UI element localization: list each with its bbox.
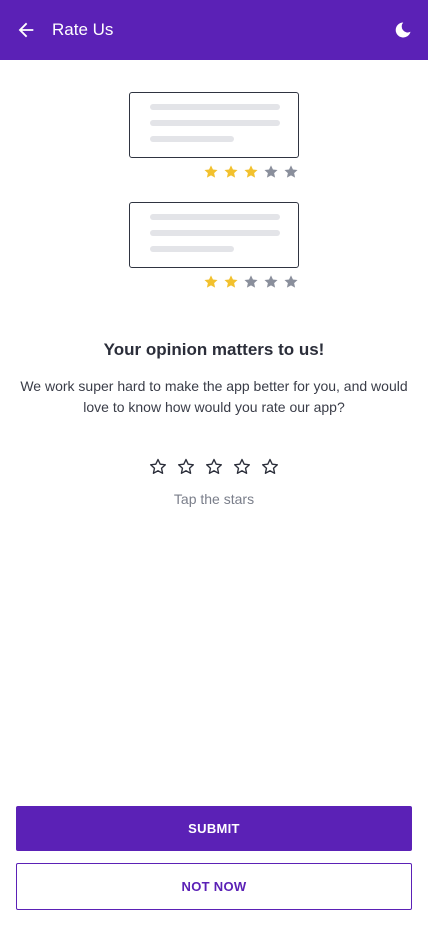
moon-icon	[395, 22, 411, 38]
rating-hint: Tap the stars	[173, 491, 255, 507]
placeholder-line	[150, 120, 280, 126]
star-empty-icon	[244, 275, 258, 288]
star-filled-icon	[204, 165, 218, 178]
star-filled-icon	[224, 275, 238, 288]
placeholder-line	[150, 246, 234, 252]
back-button[interactable]	[14, 18, 38, 42]
star-filled-icon	[204, 275, 218, 288]
rating-description: We work super hard to make the app bette…	[20, 378, 408, 415]
star-rating-input	[0, 458, 428, 476]
review-card	[129, 202, 299, 268]
page-title: Rate Us	[52, 20, 114, 39]
placeholder-line	[150, 230, 280, 236]
card-star-rating	[129, 274, 299, 290]
rating-star-1[interactable]	[149, 458, 167, 476]
star-empty-icon	[284, 165, 298, 178]
star-outline-icon	[177, 458, 195, 474]
star-outline-icon	[205, 458, 223, 474]
review-illustration-2	[129, 202, 299, 290]
star-outline-icon	[233, 458, 251, 474]
star-empty-icon	[264, 165, 278, 178]
rating-heading: Your opinion matters to us!	[103, 340, 325, 359]
review-card	[129, 92, 299, 158]
rating-star-3[interactable]	[205, 458, 223, 476]
rating-star-5[interactable]	[261, 458, 279, 476]
placeholder-line	[150, 136, 234, 142]
placeholder-line	[150, 104, 280, 110]
review-illustration-1	[129, 92, 299, 180]
star-filled-icon	[224, 165, 238, 178]
star-empty-icon	[264, 275, 278, 288]
star-outline-icon	[149, 458, 167, 474]
not-now-button[interactable]: NOT NOW	[16, 863, 412, 910]
star-outline-icon	[261, 458, 279, 474]
star-empty-icon	[284, 275, 298, 288]
theme-toggle-button[interactable]	[392, 19, 414, 41]
star-filled-icon	[244, 165, 258, 178]
card-star-rating	[129, 164, 299, 180]
rating-star-4[interactable]	[233, 458, 251, 476]
placeholder-line	[150, 214, 280, 220]
rating-star-2[interactable]	[177, 458, 195, 476]
app-bar: Rate Us	[0, 0, 428, 60]
arrow-left-icon	[18, 22, 34, 38]
submit-button[interactable]: SUBMIT	[16, 806, 412, 851]
